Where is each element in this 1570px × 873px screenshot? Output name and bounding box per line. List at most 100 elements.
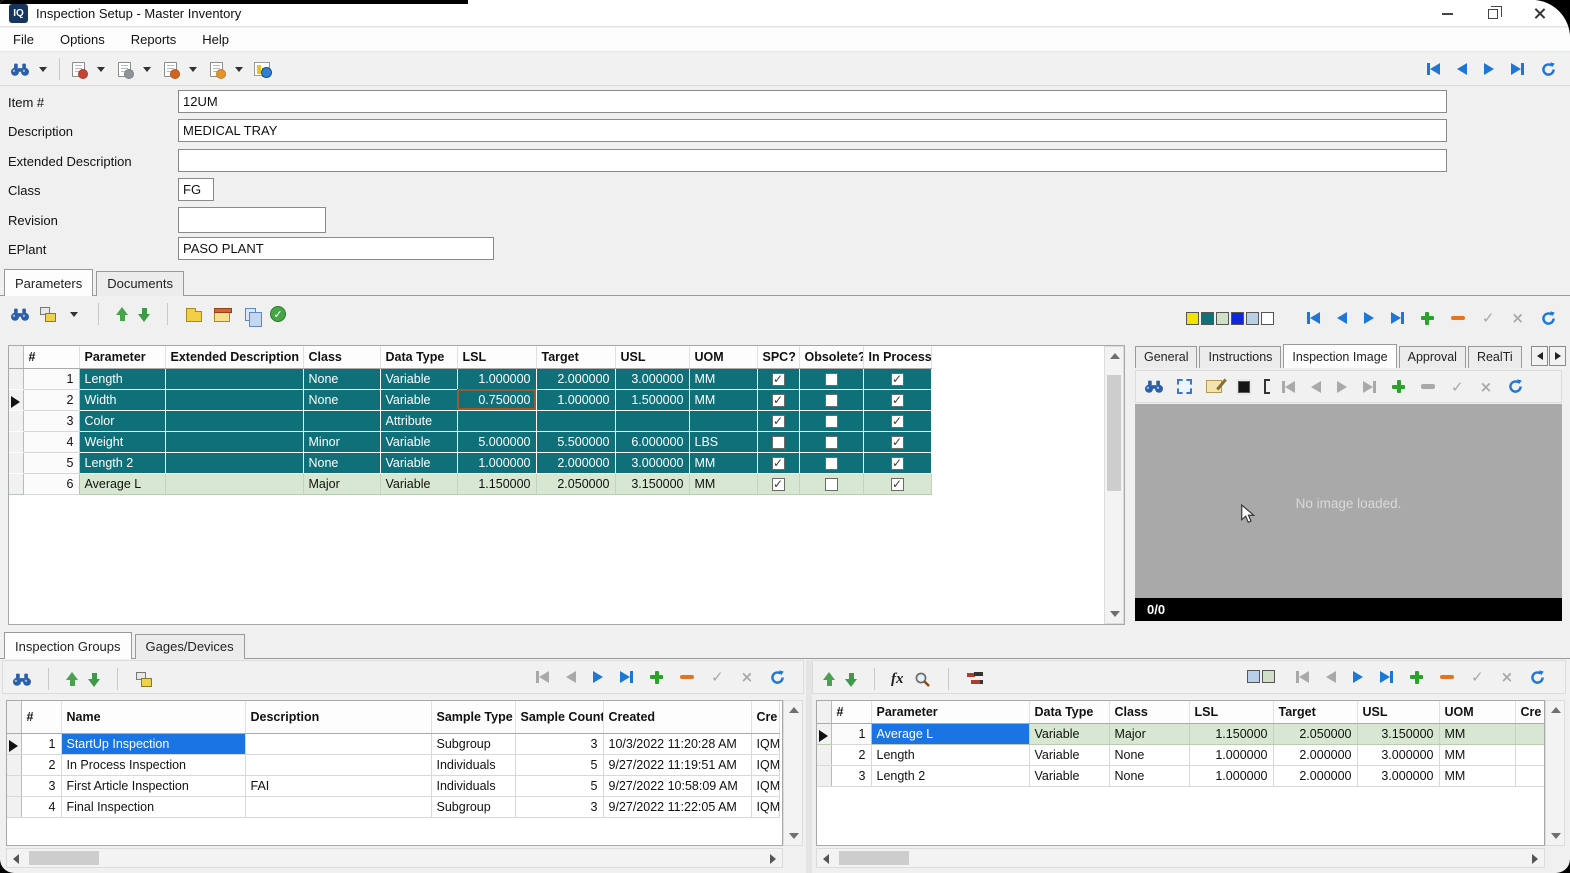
annotate-image-icon[interactable] bbox=[1204, 378, 1224, 396]
cell-spc[interactable] bbox=[757, 410, 799, 431]
checkbox[interactable] bbox=[772, 478, 785, 491]
nav-refresh-button[interactable] bbox=[1530, 670, 1545, 684]
column-header[interactable]: In Process? bbox=[863, 346, 931, 368]
checkbox[interactable] bbox=[825, 394, 838, 407]
cell-num[interactable]: 2 bbox=[23, 389, 79, 410]
cell-class[interactable]: Minor bbox=[303, 431, 380, 452]
nav-last-button[interactable] bbox=[1391, 311, 1404, 325]
cell-spc[interactable] bbox=[757, 431, 799, 452]
legend-color-swatch[interactable] bbox=[1261, 312, 1274, 325]
cell-data_type[interactable]: Variable bbox=[380, 473, 457, 494]
cell-target[interactable]: 2.050000 bbox=[536, 473, 615, 494]
cell-num[interactable]: 6 bbox=[23, 473, 79, 494]
table-row[interactable]: 5Length 2NoneVariable1.0000002.0000003.0… bbox=[9, 452, 931, 473]
cell-ext[interactable] bbox=[165, 431, 303, 452]
cell-data_type[interactable]: Variable bbox=[1029, 744, 1109, 765]
menu-file[interactable]: File bbox=[13, 32, 34, 47]
cell-ext[interactable] bbox=[165, 368, 303, 389]
nav-del-button[interactable] bbox=[680, 670, 694, 684]
cell-created[interactable]: 10/3/2022 11:20:28 AM bbox=[603, 733, 751, 754]
column-header[interactable]: Data Type bbox=[1029, 701, 1109, 723]
cell-target[interactable]: 1.000000 bbox=[536, 389, 615, 410]
tab-gages-devices[interactable]: Gages/Devices bbox=[135, 634, 245, 659]
scroll-right-icon[interactable] bbox=[1532, 854, 1538, 864]
cell-uom[interactable]: MM bbox=[1439, 723, 1515, 744]
nav-next-button[interactable] bbox=[1337, 380, 1347, 394]
move-up-icon[interactable] bbox=[115, 307, 129, 322]
checkbox[interactable] bbox=[891, 415, 904, 428]
cell-class[interactable]: None bbox=[303, 389, 380, 410]
tab-scroll-left-icon[interactable] bbox=[1531, 346, 1548, 366]
group-params-vertical-scrollbar[interactable] bbox=[1545, 700, 1565, 846]
column-header[interactable]: # bbox=[23, 346, 79, 368]
table-row[interactable]: 6Average LMajorVariable1.1500002.0500003… bbox=[9, 473, 931, 494]
cell-in_process[interactable] bbox=[863, 431, 931, 452]
tab-general[interactable]: General bbox=[1135, 346, 1197, 368]
cell-target[interactable]: 2.000000 bbox=[1273, 765, 1357, 786]
approve-icon[interactable]: ✓ bbox=[268, 305, 288, 323]
checkbox[interactable] bbox=[891, 436, 904, 449]
nav-add-button[interactable] bbox=[1421, 311, 1434, 325]
nav-refresh-button[interactable] bbox=[1541, 311, 1556, 325]
cell-class[interactable]: None bbox=[303, 368, 380, 389]
scroll-right-icon[interactable] bbox=[770, 854, 776, 864]
legend-color-swatch[interactable] bbox=[1247, 670, 1260, 683]
cell-lsl[interactable]: 1.000000 bbox=[457, 452, 536, 473]
cell-sample_count[interactable]: 5 bbox=[515, 754, 603, 775]
menu-help[interactable]: Help bbox=[202, 32, 229, 47]
parameters-vertical-scrollbar[interactable] bbox=[1104, 346, 1124, 624]
nav-refresh-button[interactable] bbox=[1508, 380, 1523, 394]
column-header[interactable]: USL bbox=[1357, 701, 1439, 723]
cell-class[interactable]: None bbox=[1109, 765, 1189, 786]
cell-uom[interactable]: MM bbox=[689, 389, 757, 410]
cell-created[interactable]: 9/27/2022 10:58:09 AM bbox=[603, 775, 751, 796]
search-dropdown-icon[interactable] bbox=[39, 67, 47, 72]
cell-target[interactable]: 2.000000 bbox=[536, 368, 615, 389]
move-down-icon[interactable] bbox=[137, 307, 151, 322]
nav-del-button[interactable] bbox=[1451, 311, 1465, 325]
cell-obsolete[interactable] bbox=[799, 389, 863, 410]
find-group-icon[interactable] bbox=[12, 670, 32, 688]
cell-num[interactable]: 5 bbox=[23, 452, 79, 473]
checkbox[interactable] bbox=[772, 457, 785, 470]
column-header[interactable]: LSL bbox=[1189, 701, 1273, 723]
cell-data_type[interactable]: Variable bbox=[1029, 765, 1109, 786]
column-header[interactable]: UOM bbox=[689, 346, 757, 368]
nav-post-button[interactable]: ✓ bbox=[1451, 380, 1464, 394]
cell-num[interactable]: 3 bbox=[21, 775, 61, 796]
nav-refresh-button[interactable] bbox=[1541, 62, 1556, 76]
cell-class[interactable]: Major bbox=[303, 473, 380, 494]
cell-usl[interactable]: 6.000000 bbox=[615, 431, 689, 452]
nav-cancel-button[interactable]: × bbox=[741, 670, 754, 684]
cell-uom[interactable]: MM bbox=[1439, 765, 1515, 786]
cell-name[interactable]: Final Inspection bbox=[61, 796, 245, 817]
checkbox[interactable] bbox=[891, 373, 904, 386]
tab-scroll-right-icon[interactable] bbox=[1549, 346, 1566, 366]
checkbox[interactable] bbox=[825, 457, 838, 470]
grid-layout-dropdown-icon[interactable] bbox=[70, 312, 78, 317]
tab-approval[interactable]: Approval bbox=[1399, 346, 1466, 368]
cell-sample_type[interactable]: Subgroup bbox=[431, 796, 515, 817]
cell-data_type[interactable]: Variable bbox=[380, 389, 457, 410]
inspection-image-viewport[interactable]: No image loaded. bbox=[1135, 404, 1562, 598]
cell-num[interactable]: 3 bbox=[831, 765, 871, 786]
cell-sample_count[interactable]: 3 bbox=[515, 733, 603, 754]
cell-data_type[interactable]: Variable bbox=[1029, 723, 1109, 744]
class-field[interactable] bbox=[178, 178, 214, 201]
table-row[interactable]: 3Length 2VariableNone1.0000002.0000003.0… bbox=[817, 765, 1545, 786]
column-header[interactable]: Target bbox=[1273, 701, 1357, 723]
cell-lsl[interactable]: 1.150000 bbox=[457, 473, 536, 494]
cell-parameter[interactable]: Length bbox=[79, 368, 165, 389]
cell-usl[interactable]: 3.150000 bbox=[1357, 723, 1439, 744]
cell-obsolete[interactable] bbox=[799, 473, 863, 494]
cell-sample_count[interactable]: 3 bbox=[515, 796, 603, 817]
column-header[interactable]: Parameter bbox=[79, 346, 165, 368]
checkbox[interactable] bbox=[825, 415, 838, 428]
param-move-up-icon[interactable] bbox=[822, 672, 836, 687]
cell-parameter[interactable]: Width bbox=[79, 389, 165, 410]
nav-add-button[interactable] bbox=[650, 670, 663, 684]
cell-parameter[interactable]: Average L bbox=[79, 473, 165, 494]
checkbox[interactable] bbox=[825, 373, 838, 386]
find-parameter-icon[interactable] bbox=[10, 305, 30, 323]
column-header[interactable]: Cre bbox=[751, 701, 779, 733]
